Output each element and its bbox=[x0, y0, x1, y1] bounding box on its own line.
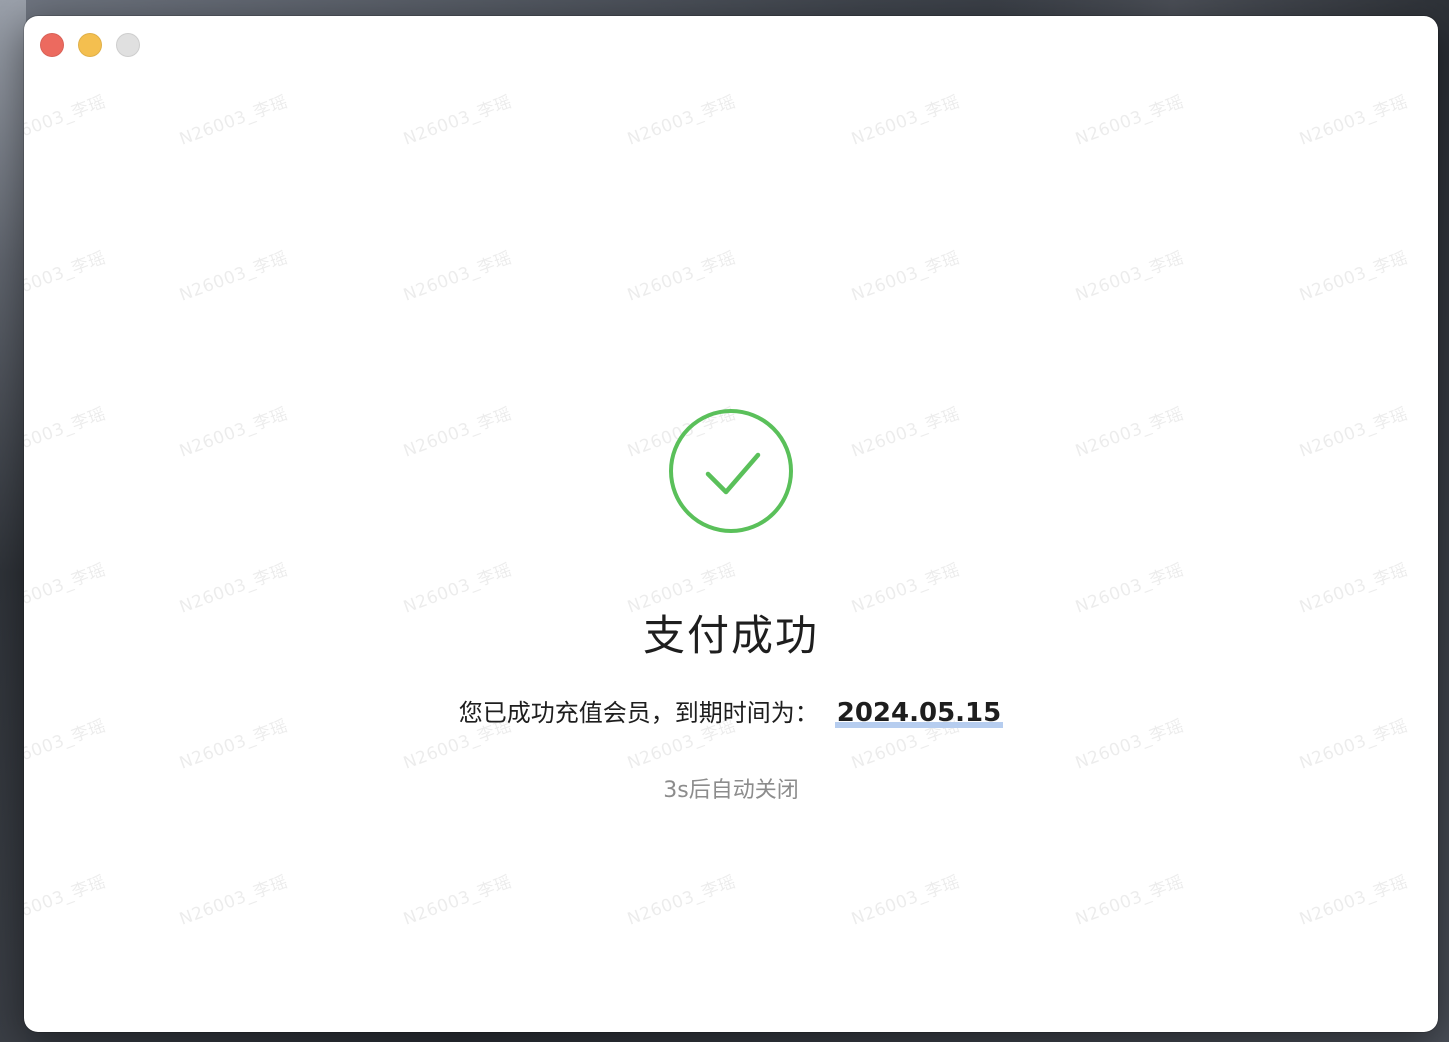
result-panel: 支付成功 您已成功充值会员，到期时间为： 2024.05.15 3s后自动关闭 bbox=[24, 408, 1438, 804]
watermark-text: N26003_李瑶 bbox=[1072, 91, 1187, 150]
watermark-text: N26003_李瑶 bbox=[176, 871, 291, 930]
close-window-button[interactable] bbox=[40, 33, 64, 57]
watermark-text: N26003_李瑶 bbox=[624, 871, 739, 930]
watermark-text: N26003_李瑶 bbox=[176, 247, 291, 306]
result-message: 您已成功充值会员，到期时间为： 2024.05.15 bbox=[458, 693, 1004, 728]
watermark-text: N26003_李瑶 bbox=[400, 871, 515, 930]
success-check-icon bbox=[668, 408, 794, 534]
minimize-window-button[interactable] bbox=[78, 33, 102, 57]
payment-success-window: N26003_李瑶 N26003_李瑶 N26003_李瑶 N26003_李瑶 N260… bbox=[24, 16, 1438, 1032]
watermark-text: N26003_李瑶 bbox=[1296, 91, 1411, 150]
desktop-background-left bbox=[0, 0, 26, 1042]
result-title: 支付成功 bbox=[642, 611, 819, 660]
watermark-text: N26003_李瑶 bbox=[1296, 247, 1411, 306]
watermark-text: N26003_李瑶 bbox=[400, 91, 515, 150]
expire-date: 2024.05.15 bbox=[834, 698, 1004, 728]
watermark-text: N26003_李瑶 bbox=[400, 247, 515, 306]
watermark-text: N26003_李瑶 bbox=[848, 91, 963, 150]
watermark-text: N26003_李瑶 bbox=[176, 91, 291, 150]
watermark-text: N26003_李瑶 bbox=[24, 871, 109, 930]
watermark-text: N26003_李瑶 bbox=[624, 91, 739, 150]
watermark-text: N26003_李瑶 bbox=[24, 247, 109, 306]
auto-close-countdown: 3s后自动关闭 bbox=[663, 778, 799, 803]
watermark-text: N26003_李瑶 bbox=[24, 91, 109, 150]
maximize-window-button[interactable] bbox=[116, 33, 140, 57]
watermark-text: N26003_李瑶 bbox=[848, 247, 963, 306]
watermark-text: N26003_李瑶 bbox=[848, 871, 963, 930]
watermark-text: N26003_李瑶 bbox=[1072, 871, 1187, 930]
watermark-text: N26003_李瑶 bbox=[1296, 871, 1411, 930]
watermark-text: N26003_李瑶 bbox=[624, 247, 739, 306]
watermark-text: N26003_李瑶 bbox=[1072, 247, 1187, 306]
message-prefix: 您已成功充值会员，到期时间为： bbox=[458, 699, 819, 727]
window-controls bbox=[40, 33, 140, 57]
